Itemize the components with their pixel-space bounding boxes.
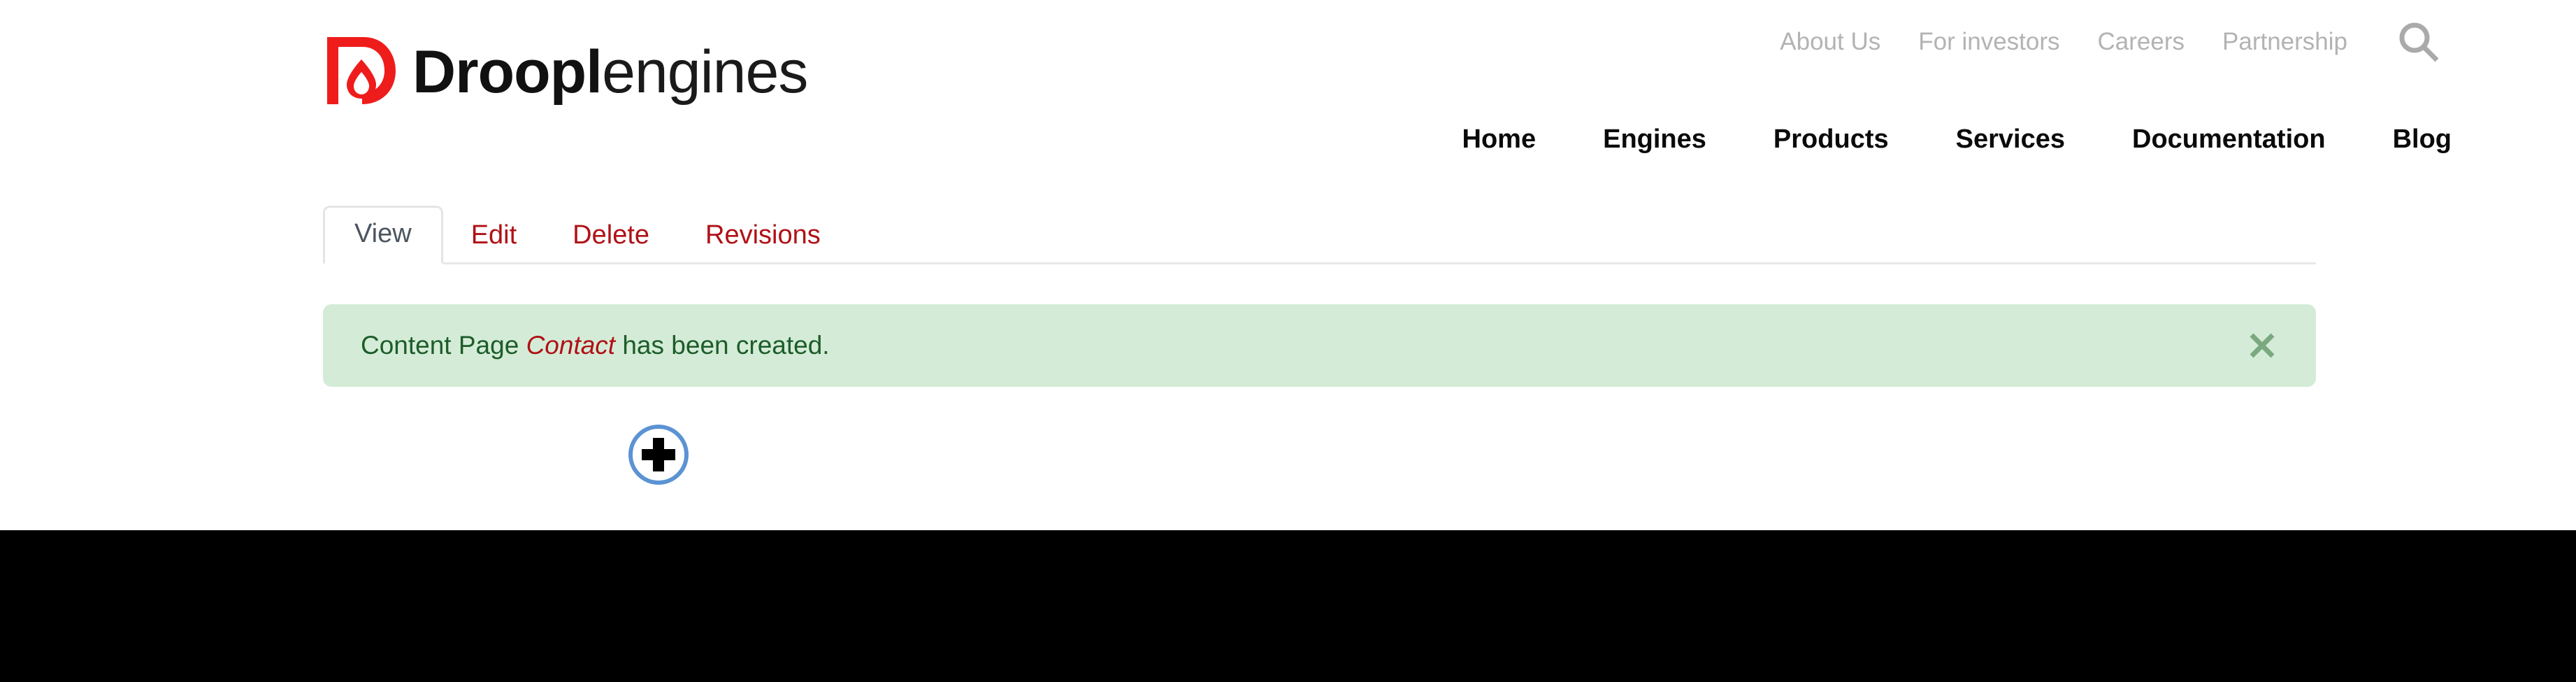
tab-delete[interactable]: Delete: [545, 209, 677, 262]
main-nav-item-services[interactable]: Services: [1922, 125, 2099, 155]
search-button[interactable]: [2394, 18, 2443, 67]
main-nav-item-products[interactable]: Products: [1740, 125, 1922, 155]
tab-revisions[interactable]: Revisions: [677, 209, 849, 262]
main-nav-item-engines[interactable]: Engines: [1569, 125, 1740, 155]
utility-nav-item-about-us[interactable]: About Us: [1761, 28, 1899, 56]
page-root: Drooplengines About Us For investors Car…: [0, 0, 2576, 682]
droplet-d-logo-icon: [327, 37, 396, 104]
tab-view[interactable]: View: [323, 206, 443, 264]
close-message-button[interactable]: [2243, 327, 2281, 364]
main-nav-item-blog[interactable]: Blog: [2359, 125, 2452, 155]
search-icon: [2399, 22, 2439, 62]
node-task-tabs: View Edit Delete Revisions: [323, 201, 2316, 264]
logo-word-light: engines: [602, 38, 808, 106]
site-logo[interactable]: Drooplengines: [323, 31, 808, 110]
status-message-prefix: Content Page: [361, 331, 526, 360]
main-nav-item-home[interactable]: Home: [1429, 125, 1570, 155]
status-message: Content Page Contact has been created.: [323, 304, 2316, 387]
utility-nav: About Us For investors Careers Partnersh…: [1761, 28, 2366, 56]
tab-edit[interactable]: Edit: [443, 209, 545, 262]
status-message-entity-link[interactable]: Contact: [526, 331, 616, 360]
utility-nav-item-for-investors[interactable]: For investors: [1899, 28, 2078, 56]
add-block-button[interactable]: [626, 422, 691, 487]
close-icon: [2250, 333, 2275, 358]
site-footer: HEADQUARTERS About Us Engines Services P…: [0, 530, 2576, 682]
status-message-suffix: has been created.: [615, 331, 830, 360]
site-header: Drooplengines About Us For investors Car…: [0, 0, 2576, 530]
logo-word-bold: Droopl: [412, 38, 603, 106]
utility-nav-item-careers[interactable]: Careers: [2079, 28, 2203, 56]
logo-wordmark: Drooplengines: [412, 42, 808, 102]
status-message-text: Content Page Contact has been created.: [361, 331, 830, 360]
main-nav-item-documentation[interactable]: Documentation: [2099, 125, 2359, 155]
main-nav: Home Engines Products Services Documenta…: [1429, 125, 2452, 155]
add-block-area: [0, 422, 2576, 487]
utility-nav-item-partnership[interactable]: Partnership: [2203, 28, 2366, 56]
